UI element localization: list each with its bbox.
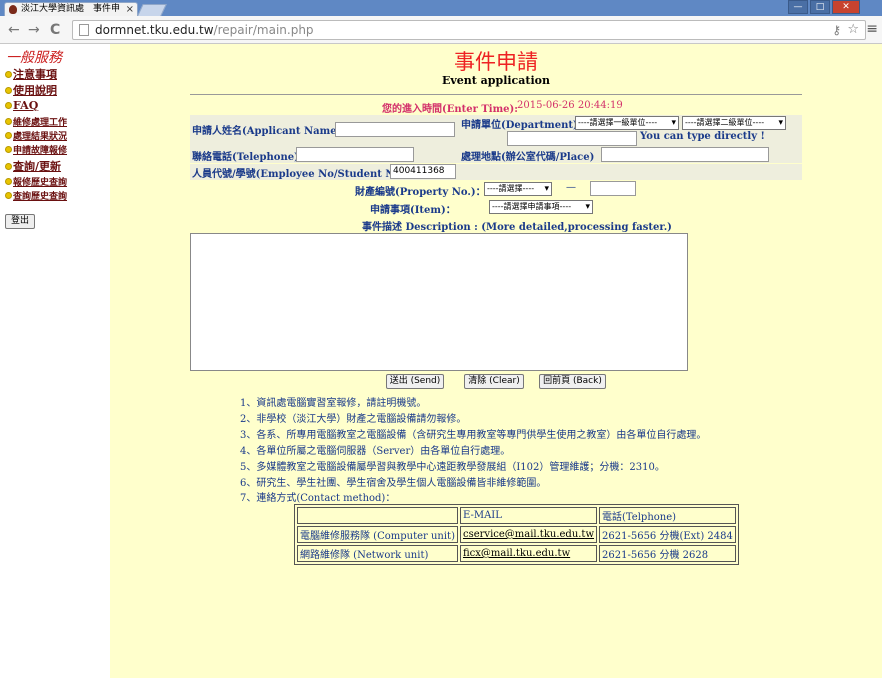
table-cell: 2621-5656 分機(Ext) 2484 [599, 526, 736, 543]
table-cell: 2621-5656 分機 2628 [599, 545, 736, 562]
sidebar-heading: 一般服務 [6, 50, 62, 66]
note-item: 6、研究生、學生社團、學生宿舍及學生個人電腦設備皆非維修範圍。 [240, 478, 547, 489]
bullet-icon [5, 102, 12, 109]
bullet-icon [5, 118, 12, 125]
sidebar-item-notice[interactable]: 注意事項 [5, 66, 57, 82]
department-label: 申請單位(Department): [461, 120, 582, 131]
table-header-cell [297, 507, 458, 524]
page-title: 事件申請 [454, 50, 538, 74]
bullet-icon [5, 192, 12, 199]
table-cell: 網路維修隊 (Network unit) [297, 545, 458, 562]
tab-close-icon[interactable]: × [126, 3, 134, 16]
table-header-cell: E-MAIL [459, 507, 598, 524]
place-input[interactable] [601, 147, 769, 162]
browser-tab[interactable]: 淡江大學資訊處 事件申 × [4, 2, 138, 16]
employee-no-label: 人員代號/學號(Employee No/Student No): [192, 169, 410, 180]
email-link[interactable]: ficx@mail.tku.edu.tw [459, 545, 598, 562]
place-label: 處理地點(辦公室代碼/Place) [461, 152, 595, 163]
bullet-icon [5, 146, 12, 153]
logout-button[interactable]: 登出 [5, 214, 35, 229]
sidebar-item-query-update[interactable]: 查詢/更新 [5, 158, 61, 174]
page-icon [79, 24, 89, 36]
reload-icon[interactable]: C [50, 22, 60, 38]
bookmark-star-icon[interactable]: ☆ [847, 21, 859, 39]
contact-table: E-MAIL 電話(Telphone) 電腦維修服務隊 (Computer un… [294, 504, 739, 565]
forward-icon[interactable]: → [28, 22, 40, 38]
menu-icon[interactable]: ≡ [866, 21, 878, 37]
applicant-name-input[interactable] [335, 122, 455, 137]
sidebar: 一般服務 注意事項 使用說明 FAQ 維修處理工作 處理結果狀況 申請故障報修 … [0, 44, 110, 678]
note-item: 1、資訊處電腦實習室報修，請註明機號。 [240, 398, 427, 409]
close-window-button[interactable]: ✕ [832, 0, 860, 14]
sidebar-item-repair-history[interactable]: 報修歷史查詢 [5, 175, 67, 188]
table-header-row: E-MAIL 電話(Telphone) [297, 507, 736, 524]
sidebar-item-apply-repair[interactable]: 申請故障報修 [5, 143, 67, 156]
url-host: dormnet.tku.edu.tw [95, 23, 214, 37]
clear-button[interactable]: 清除 (Clear) [464, 374, 524, 389]
type-directly-hint: You can type directly ! [640, 131, 765, 142]
enter-time-label: 您的進入時間(Enter Time): [382, 104, 518, 115]
back-icon[interactable]: ← [8, 22, 20, 38]
maximize-button[interactable]: □ [810, 0, 830, 14]
property-no-input[interactable] [590, 181, 636, 196]
note-item: 2、非學校（淡江大學）財產之電腦設備請勿報修。 [240, 414, 467, 425]
tab-title: 淡江大學資訊處 事件申 [21, 4, 121, 14]
department-level2-select[interactable]: ----請選擇二級單位---- [682, 116, 786, 130]
new-tab-button[interactable] [137, 4, 167, 16]
sidebar-item-repair-work[interactable]: 維修處理工作 [5, 115, 67, 128]
note-item: 5、多媒體教室之電腦設備屬學習與教學中心遠距教學發展組（I102）管理維護；分機… [240, 462, 665, 473]
description-label: 事件描述 Description : (More detailed,proces… [362, 222, 672, 233]
property-dash: — [566, 182, 576, 193]
bullet-icon [5, 163, 12, 170]
address-bar[interactable]: dormnet.tku.edu.tw/repair/main.php ⚷ ☆ [72, 20, 866, 40]
telephone-label: 聯絡電話(Telephone): [192, 152, 303, 163]
table-header-cell: 電話(Telphone) [599, 507, 736, 524]
email-link[interactable]: cservice@mail.tku.edu.tw [459, 526, 598, 543]
browser-titlebar: 淡江大學資訊處 事件申 × — □ ✕ [0, 0, 882, 16]
table-cell: 電腦維修服務隊 (Computer unit) [297, 526, 458, 543]
item-label: 申請事項(Item)： [370, 205, 456, 216]
note-item: 7、連絡方式(Contact method)： [240, 493, 396, 504]
table-row: 網路維修隊 (Network unit) ficx@mail.tku.edu.t… [297, 545, 736, 562]
description-textarea[interactable] [190, 233, 688, 371]
bullet-icon [5, 178, 12, 185]
main-content: 事件申請 Event application 您的進入時間(Enter Time… [110, 44, 882, 678]
bullet-icon [5, 132, 12, 139]
note-item: 3、各系、所專用電腦教室之電腦設備（含研究生專用教室等專門供學生使用之教室）由各… [240, 430, 707, 441]
sidebar-item-faq[interactable]: FAQ [5, 99, 38, 112]
favicon-icon [9, 5, 17, 14]
key-icon[interactable]: ⚷ [832, 21, 841, 39]
property-no-label: 財產編號(Property No.)： [355, 187, 486, 198]
note-item: 4、各單位所屬之電腦伺服器（Server）由各單位自行處理。 [240, 446, 511, 457]
page-subtitle: Event application [442, 74, 550, 87]
telephone-input[interactable] [296, 147, 414, 162]
send-button[interactable]: 送出 (Send) [386, 374, 444, 389]
item-select[interactable]: ----請選擇申請事項---- [489, 200, 593, 214]
applicant-name-label: 申請人姓名(Applicant Name): [192, 126, 345, 137]
browser-toolbar: ← → C dormnet.tku.edu.tw/repair/main.php… [0, 16, 882, 44]
bullet-icon [5, 87, 12, 94]
back-button[interactable]: 回前頁 (Back) [539, 374, 606, 389]
table-row: 電腦維修服務隊 (Computer unit) cservice@mail.tk… [297, 526, 736, 543]
bullet-icon [5, 71, 12, 78]
sidebar-item-result-status[interactable]: 處理結果狀況 [5, 129, 67, 142]
department-level1-select[interactable]: ----請選擇一級單位---- [575, 116, 679, 130]
property-select[interactable]: ----請選擇---- [484, 182, 552, 196]
department-text-input[interactable] [507, 131, 637, 146]
sidebar-item-query-history[interactable]: 查詢歷史查詢 [5, 189, 67, 202]
divider [190, 94, 802, 95]
url-path: /repair/main.php [213, 23, 314, 37]
minimize-button[interactable]: — [788, 0, 808, 14]
employee-no-input[interactable]: 400411368 [390, 164, 456, 179]
enter-time-value: 2015-06-26 20:44:19 [517, 100, 623, 111]
sidebar-item-instructions[interactable]: 使用說明 [5, 82, 57, 98]
